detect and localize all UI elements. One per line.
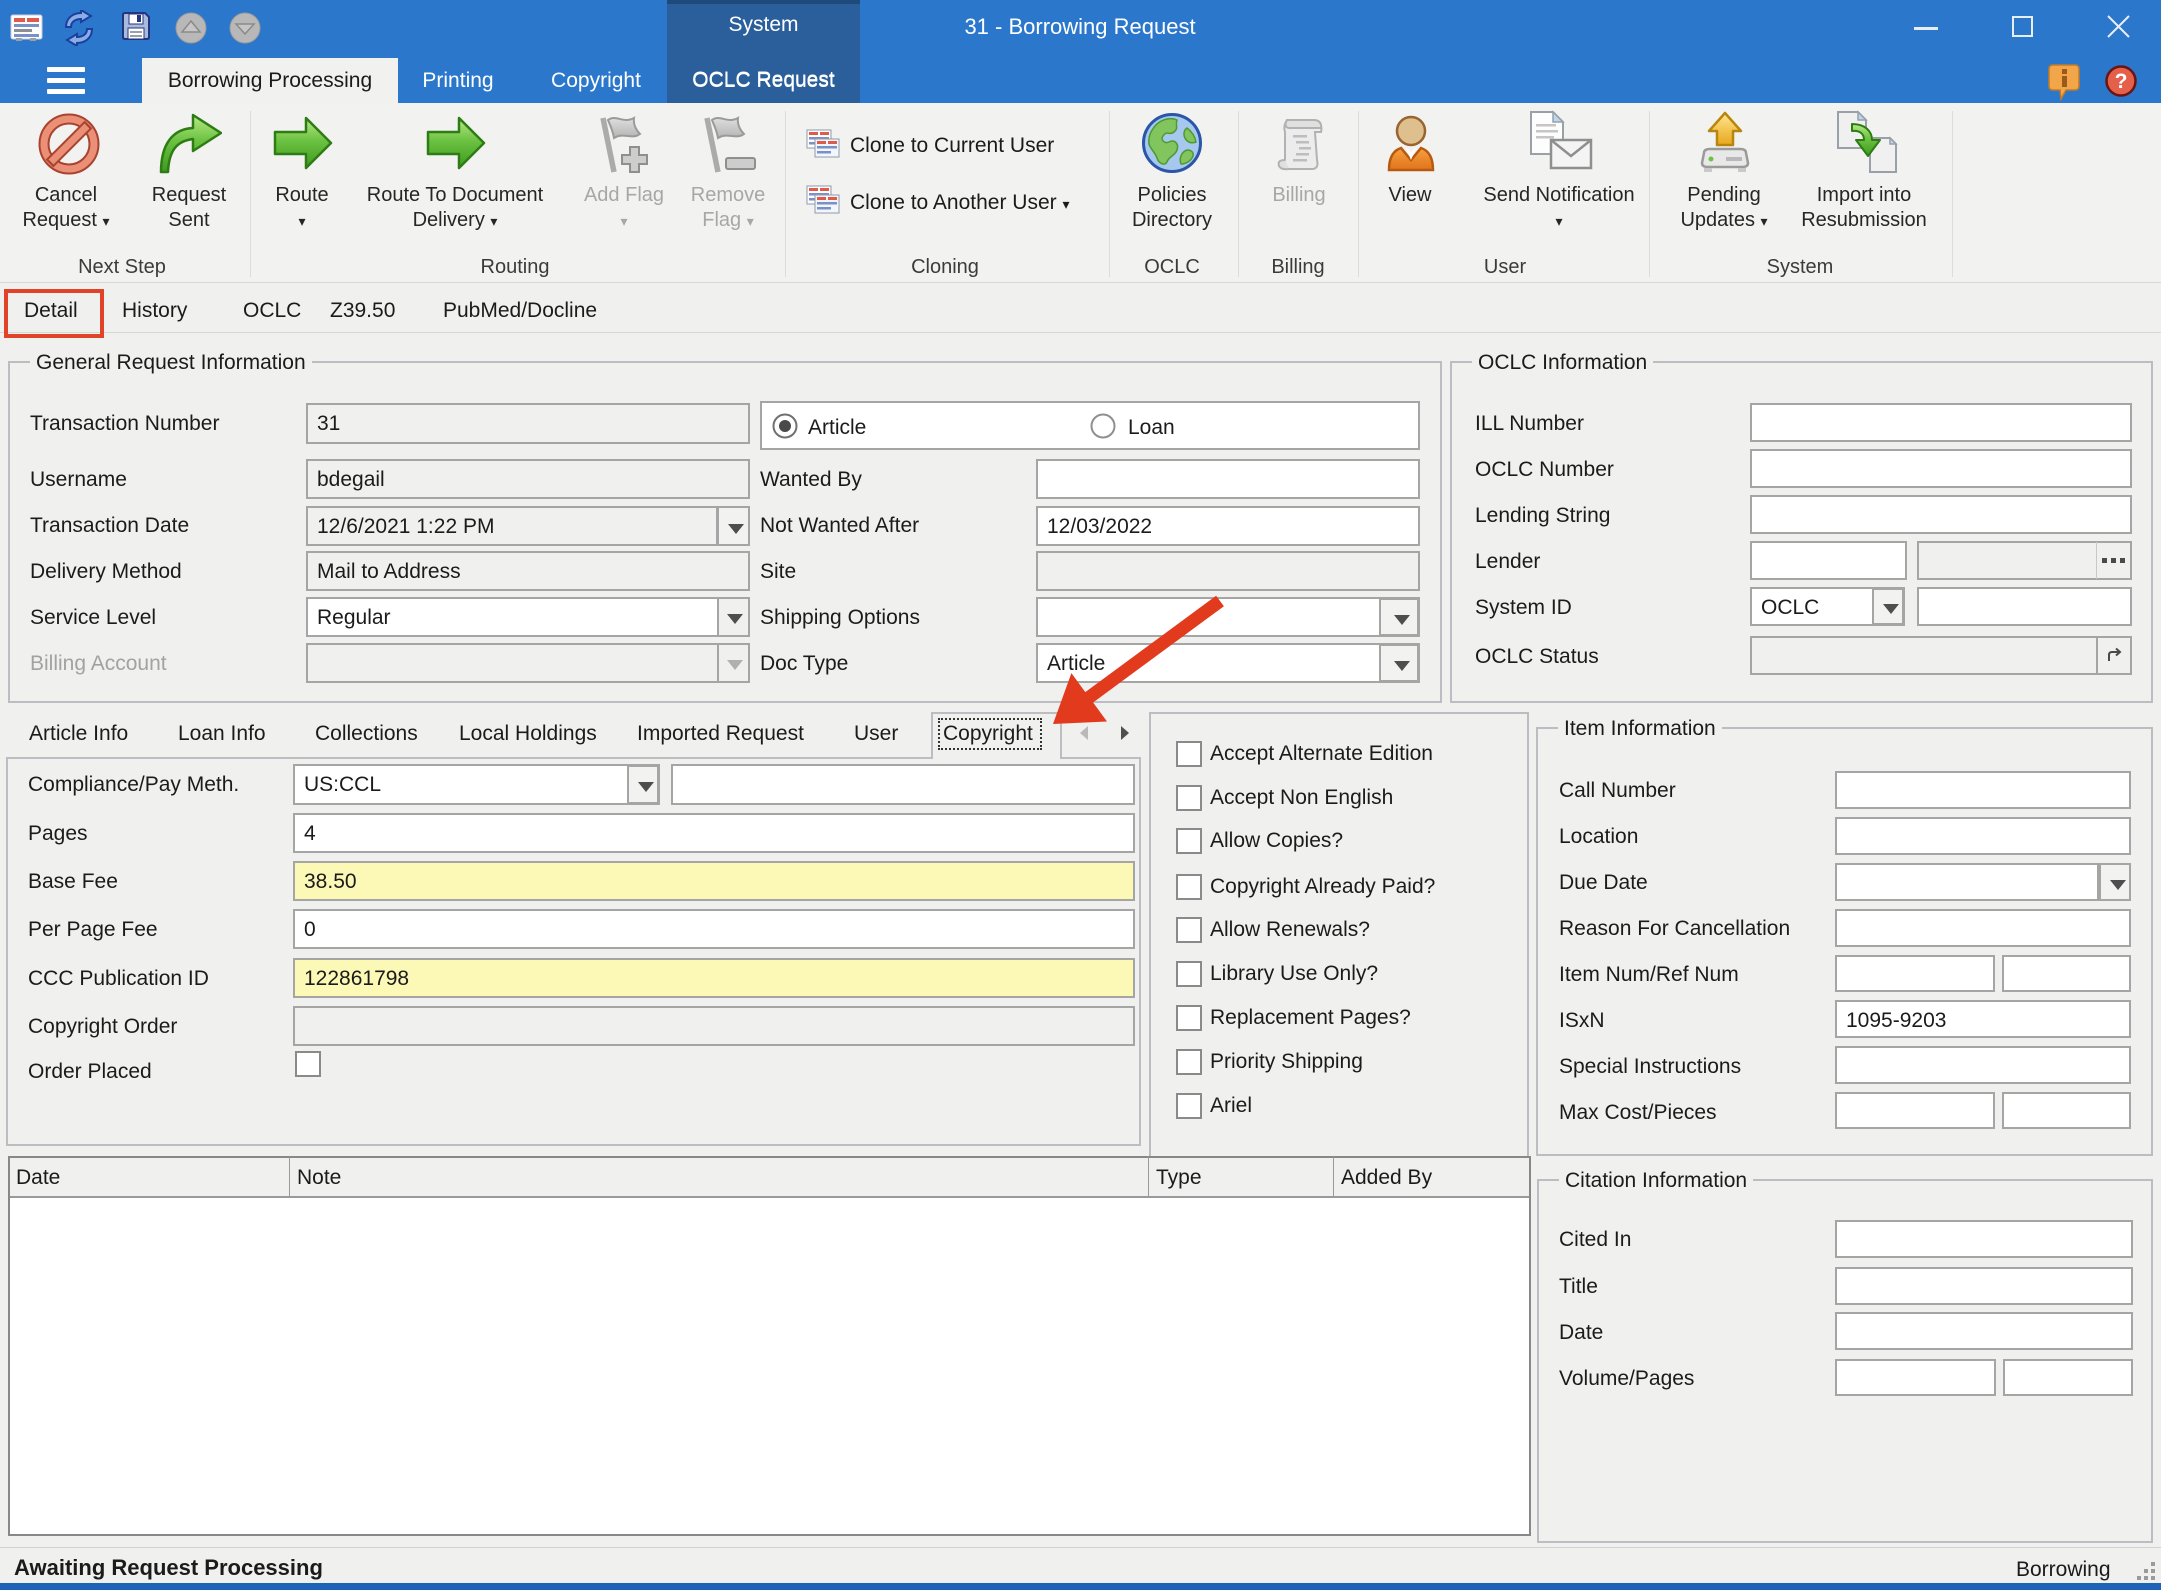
svg-text:?: ?: [2115, 70, 2128, 93]
